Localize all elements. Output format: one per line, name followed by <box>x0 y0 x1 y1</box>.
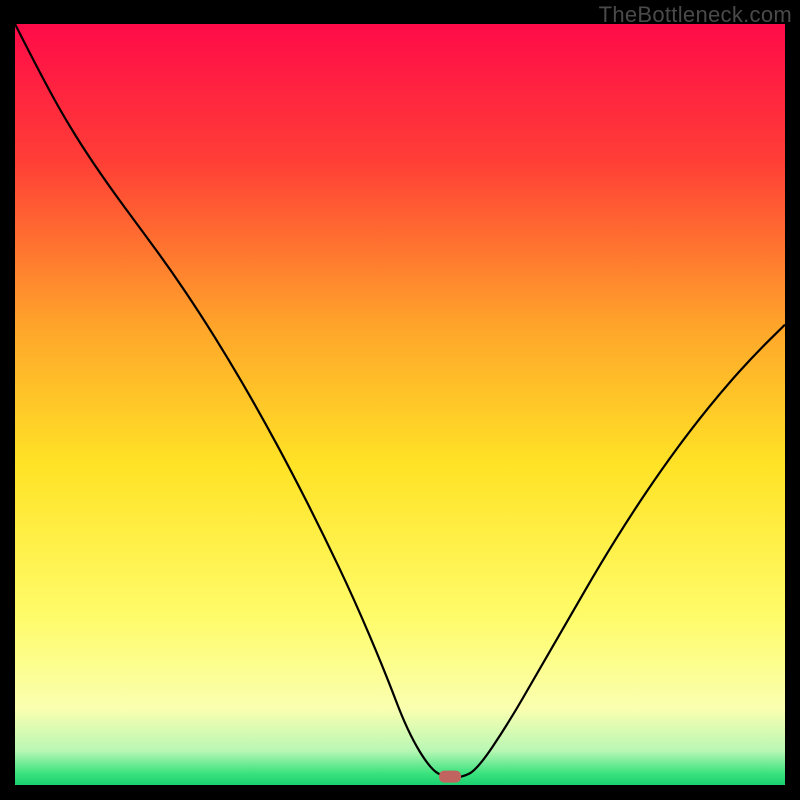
plot-area <box>15 24 785 785</box>
gradient-background <box>15 24 785 785</box>
optimum-marker <box>439 771 461 783</box>
chart-frame: TheBottleneck.com <box>0 0 800 800</box>
bottleneck-chart <box>15 24 785 785</box>
site-watermark: TheBottleneck.com <box>599 2 792 28</box>
